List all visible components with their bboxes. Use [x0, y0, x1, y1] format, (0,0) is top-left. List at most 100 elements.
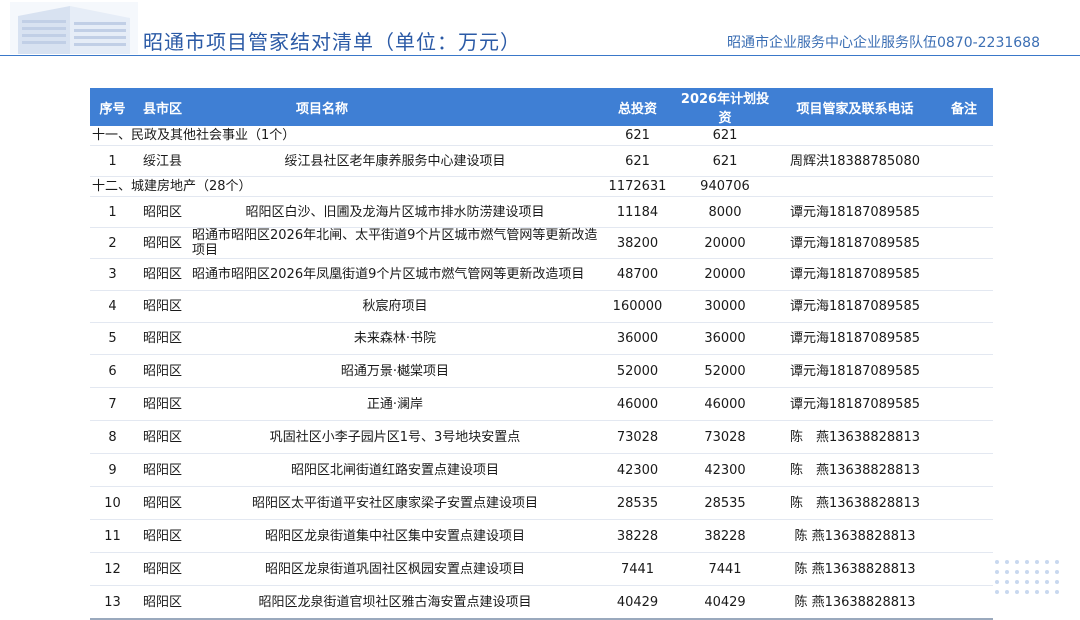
column-header: 2026年计划投资: [675, 88, 775, 126]
category-label: 十二、城建房地产（28个）: [90, 176, 600, 197]
decorative-dot: [1015, 580, 1019, 584]
project-name-cell: 秋宸府项目: [190, 290, 600, 323]
manager-cell: 谭元海18187089585: [775, 258, 935, 291]
decorative-dot: [1055, 590, 1059, 594]
project-name-cell: 正通·澜岸: [190, 387, 600, 421]
decorative-dot: [1025, 560, 1029, 564]
project-name-cell: 巩固社区小李子园片区1号、3号地块安置点: [190, 420, 600, 454]
total-investment-cell: 11184: [600, 196, 675, 228]
page-header: 昭通市项目管家结对清单（单位：万元） 昭通市企业服务中心企业服务队伍0870-2…: [0, 0, 1080, 56]
table-row: 10 昭阳区 昭阳区太平街道平安社区康家梁子安置点建设项目 28535 28535 陈 燕…: [90, 486, 993, 520]
total-investment-cell: 160000: [600, 290, 675, 323]
manager-cell: 陈 燕13638828813: [775, 486, 935, 520]
decorative-dot: [1045, 560, 1049, 564]
total-investment-cell: 621: [600, 145, 675, 177]
manager-cell: 陈 燕13638828813: [775, 552, 935, 586]
column-header: 项目名称: [190, 88, 600, 126]
decorative-dot: [995, 570, 999, 574]
project-name-cell: 未来森林·书院: [190, 322, 600, 355]
decorative-dot: [995, 590, 999, 594]
decorative-dot: [1015, 570, 1019, 574]
total-investment-cell: 48700: [600, 258, 675, 291]
note-cell: [935, 552, 993, 586]
column-header: 总投资: [600, 88, 675, 126]
note-cell: [935, 519, 993, 553]
planned-investment-cell: 621: [675, 145, 775, 177]
decorative-dot: [1045, 580, 1049, 584]
planned-investment-cell: 20000: [675, 227, 775, 259]
note-cell: [935, 354, 993, 388]
planned-investment-cell: 73028: [675, 420, 775, 454]
project-name-cell: 绥江县社区老年康养服务中心建设项目: [190, 145, 600, 177]
table-row: 9 昭阳区 昭阳区北闸街道红路安置点建设项目 42300 42300 陈 燕1363882…: [90, 453, 993, 487]
table-row: 8 昭阳区 巩固社区小李子园片区1号、3号地块安置点 73028 73028 陈 燕136…: [90, 420, 993, 454]
project-name-cell: 昭阳区太平街道平安社区康家梁子安置点建设项目: [190, 486, 600, 520]
decorative-dot: [1015, 590, 1019, 594]
manager-cell: 谭元海18187089585: [775, 227, 935, 259]
decorative-dot: [1005, 560, 1009, 564]
decorative-dot: [1035, 590, 1039, 594]
project-name-cell: 昭阳区龙泉街道官坝社区雅古海安置点建设项目: [190, 585, 600, 620]
index-cell: 9: [90, 453, 135, 487]
decorative-dot: [1045, 570, 1049, 574]
planned-investment-cell: 621: [675, 126, 775, 146]
decorative-dot: [995, 560, 999, 564]
table-row: 6 昭阳区 昭通万景·樾棠项目 52000 52000 谭元海18187089585: [90, 354, 993, 388]
project-name-cell: 昭通市昭阳区2026年凤凰街道9个片区城市燃气管网等更新改造项目: [190, 258, 600, 291]
note-cell: [935, 420, 993, 454]
county-cell: 昭阳区: [135, 486, 190, 520]
total-investment-cell: 73028: [600, 420, 675, 454]
note-cell: [935, 196, 993, 228]
table-row: 1 昭阳区 昭阳区白沙、旧圃及龙海片区城市排水防涝建设项目 11184 8000 谭元海1…: [90, 196, 993, 228]
table-row: 5 昭阳区 未来森林·书院 36000 36000 谭元海18187089585: [90, 322, 993, 355]
decorative-dot: [1005, 590, 1009, 594]
manager-cell: [775, 176, 935, 197]
category-row: 十二、城建房地产（28个） 1172631 940706: [90, 176, 993, 197]
total-investment-cell: 28535: [600, 486, 675, 520]
index-cell: 12: [90, 552, 135, 586]
planned-investment-cell: 36000: [675, 322, 775, 355]
county-cell: 昭阳区: [135, 227, 190, 259]
county-cell: 昭阳区: [135, 387, 190, 421]
county-cell: 绥江县: [135, 145, 190, 177]
note-cell: [935, 290, 993, 323]
index-cell: 10: [90, 486, 135, 520]
total-investment-cell: 7441: [600, 552, 675, 586]
note-cell: [935, 486, 993, 520]
column-header: 序号: [90, 88, 135, 126]
index-cell: 6: [90, 354, 135, 388]
index-cell: 4: [90, 290, 135, 323]
decorative-dot: [1015, 560, 1019, 564]
decorative-dot: [1035, 570, 1039, 574]
table-row: 3 昭阳区 昭通市昭阳区2026年凤凰街道9个片区城市燃气管网等更新改造项目 4870…: [90, 258, 993, 291]
planned-investment-cell: 7441: [675, 552, 775, 586]
county-cell: 昭阳区: [135, 552, 190, 586]
building-image: [10, 2, 138, 54]
planned-investment-cell: 28535: [675, 486, 775, 520]
planned-investment-cell: 940706: [675, 176, 775, 197]
index-cell: 3: [90, 258, 135, 291]
column-header: 项目管家及联系电话: [775, 88, 935, 126]
project-name-cell: 昭阳区龙泉街道集中社区集中安置点建设项目: [190, 519, 600, 553]
planned-investment-cell: 20000: [675, 258, 775, 291]
decorative-dots: [995, 560, 1075, 600]
manager-cell: 陈 燕13638828813: [775, 420, 935, 454]
manager-cell: 陈 燕13638828813: [775, 519, 935, 553]
planned-investment-cell: 38228: [675, 519, 775, 553]
decorative-dot: [1005, 570, 1009, 574]
note-cell: [935, 258, 993, 291]
project-name-cell: 昭通市昭阳区2026年北闸、太平街道9个片区城市燃气管网等更新改造项目: [190, 227, 600, 259]
manager-cell: 谭元海18187089585: [775, 354, 935, 388]
decorative-dot: [1035, 580, 1039, 584]
index-cell: 7: [90, 387, 135, 421]
table-header-row: 序号 县市区 项目名称 总投资 2026年计划投资 项目管家及联系电话 备注: [90, 88, 993, 126]
table-row: 11 昭阳区 昭阳区龙泉街道集中社区集中安置点建设项目 38228 38228 陈 燕13…: [90, 519, 993, 553]
total-investment-cell: 1172631: [600, 176, 675, 197]
decorative-dot: [1055, 570, 1059, 574]
note-cell: [935, 176, 993, 197]
total-investment-cell: 52000: [600, 354, 675, 388]
total-investment-cell: 38200: [600, 227, 675, 259]
county-cell: 昭阳区: [135, 585, 190, 620]
manager-cell: 陈 燕13638828813: [775, 585, 935, 620]
contact-info: 昭通市企业服务中心企业服务队伍0870-2231688: [726, 35, 1040, 51]
